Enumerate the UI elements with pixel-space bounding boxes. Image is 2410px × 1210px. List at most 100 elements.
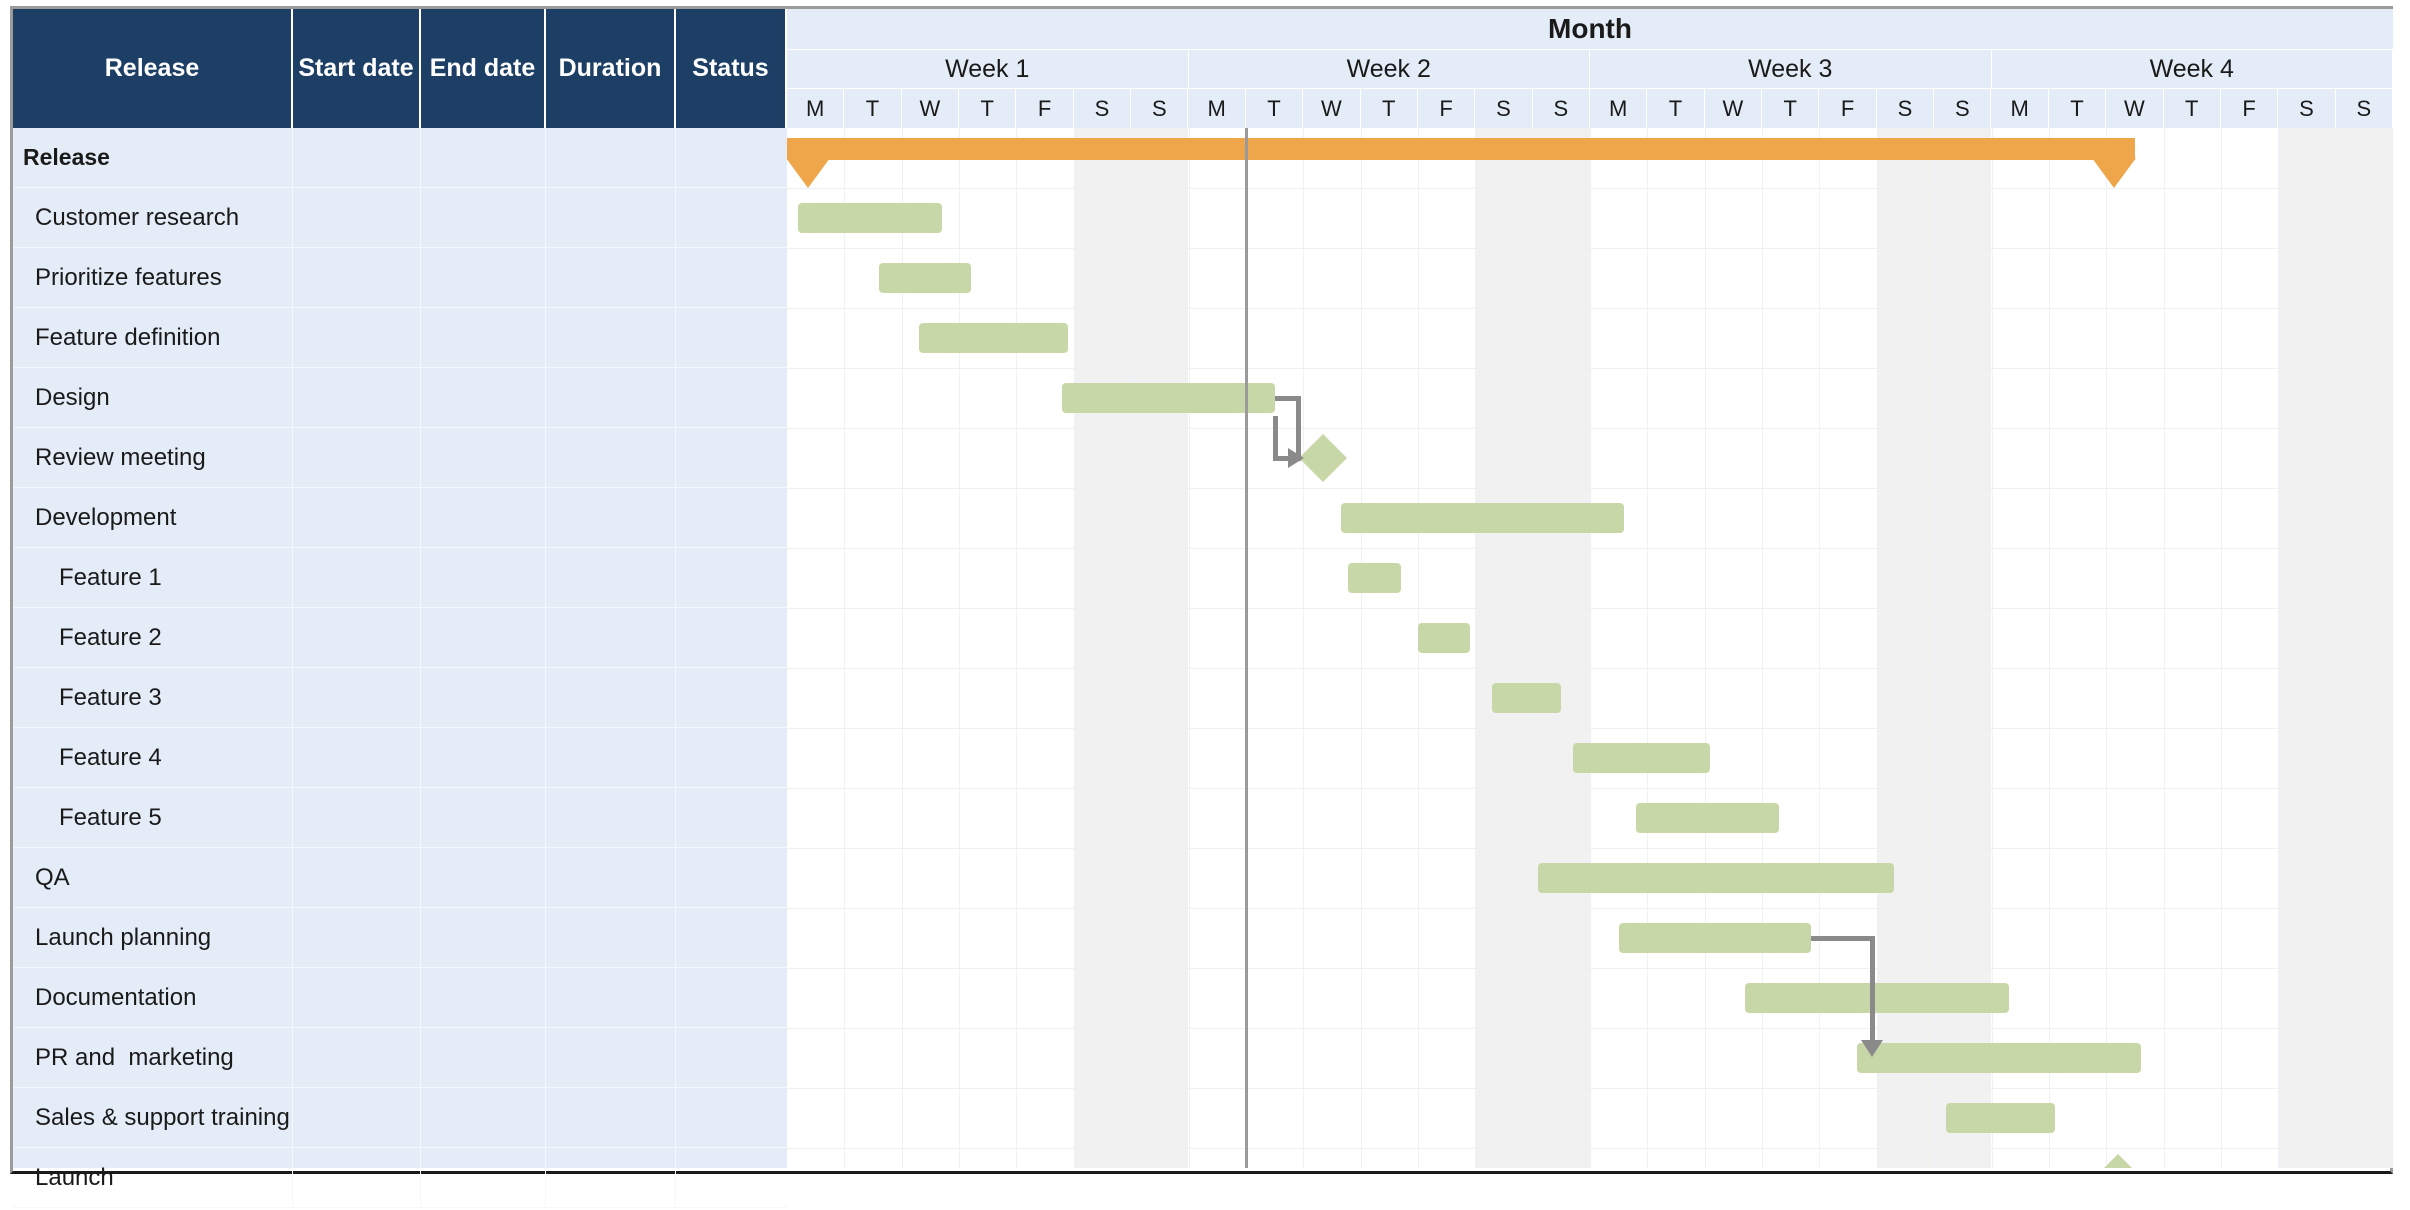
end-date-cell[interactable] xyxy=(421,608,546,667)
status-cell[interactable] xyxy=(676,848,787,907)
start-date-cell[interactable] xyxy=(293,308,421,367)
status-cell[interactable] xyxy=(676,308,787,367)
status-cell[interactable] xyxy=(676,608,787,667)
status-cell[interactable] xyxy=(676,488,787,547)
task-name-cell[interactable]: Feature 2 xyxy=(13,608,293,667)
start-date-cell[interactable] xyxy=(293,1088,421,1147)
table-row[interactable]: Release xyxy=(13,128,787,188)
table-row[interactable]: Customer research xyxy=(13,188,787,248)
duration-cell[interactable] xyxy=(546,1088,676,1147)
start-date-cell[interactable] xyxy=(293,428,421,487)
end-date-cell[interactable] xyxy=(421,848,546,907)
column-header-end-date[interactable]: End date xyxy=(421,9,546,128)
status-cell[interactable] xyxy=(676,1028,787,1087)
table-row[interactable]: Design xyxy=(13,368,787,428)
table-row[interactable]: Sales & support training xyxy=(13,1088,787,1148)
duration-cell[interactable] xyxy=(546,908,676,967)
milestone-diamond[interactable] xyxy=(2093,1153,2142,1168)
task-name-cell[interactable]: Feature 1 xyxy=(13,548,293,607)
task-name-cell[interactable]: PR and marketing xyxy=(13,1028,293,1087)
start-date-cell[interactable] xyxy=(293,1148,421,1207)
end-date-cell[interactable] xyxy=(421,548,546,607)
gantt-chart-area[interactable] xyxy=(787,128,2393,1168)
end-date-cell[interactable] xyxy=(421,1028,546,1087)
end-date-cell[interactable] xyxy=(421,968,546,1027)
start-date-cell[interactable] xyxy=(293,608,421,667)
status-cell[interactable] xyxy=(676,788,787,847)
task-name-cell[interactable]: Sales & support training xyxy=(13,1088,293,1147)
task-name-cell[interactable]: Launch xyxy=(13,1148,293,1207)
task-name-cell[interactable]: Documentation xyxy=(13,968,293,1027)
milestone-diamond[interactable] xyxy=(1299,433,1348,483)
task-bar[interactable] xyxy=(1538,863,1894,893)
duration-cell[interactable] xyxy=(546,308,676,367)
task-bar[interactable] xyxy=(1635,803,1780,833)
status-cell[interactable] xyxy=(676,188,787,247)
task-name-cell[interactable]: Launch planning xyxy=(13,908,293,967)
table-row[interactable]: Launch planning xyxy=(13,908,787,968)
status-cell[interactable] xyxy=(676,968,787,1027)
end-date-cell[interactable] xyxy=(421,788,546,847)
column-header-status[interactable]: Status xyxy=(676,9,787,128)
duration-cell[interactable] xyxy=(546,188,676,247)
column-header-start-date[interactable]: Start date xyxy=(293,9,421,128)
start-date-cell[interactable] xyxy=(293,908,421,967)
status-cell[interactable] xyxy=(676,368,787,427)
task-name-cell[interactable]: Feature 3 xyxy=(13,668,293,727)
status-cell[interactable] xyxy=(676,668,787,727)
table-row[interactable]: Feature 5 xyxy=(13,788,787,848)
status-cell[interactable] xyxy=(676,248,787,307)
status-cell[interactable] xyxy=(676,728,787,787)
start-date-cell[interactable] xyxy=(293,668,421,727)
start-date-cell[interactable] xyxy=(293,968,421,1027)
status-cell[interactable] xyxy=(676,428,787,487)
task-name-cell[interactable]: Feature 4 xyxy=(13,728,293,787)
duration-cell[interactable] xyxy=(546,848,676,907)
duration-cell[interactable] xyxy=(546,368,676,427)
start-date-cell[interactable] xyxy=(293,368,421,427)
duration-cell[interactable] xyxy=(546,728,676,787)
duration-cell[interactable] xyxy=(546,1028,676,1087)
task-bar[interactable] xyxy=(1572,743,1711,773)
task-bar[interactable] xyxy=(1618,923,1811,953)
end-date-cell[interactable] xyxy=(421,368,546,427)
table-row[interactable]: Review meeting xyxy=(13,428,787,488)
start-date-cell[interactable] xyxy=(293,248,421,307)
table-row[interactable]: Launch xyxy=(13,1148,787,1208)
start-date-cell[interactable] xyxy=(293,188,421,247)
end-date-cell[interactable] xyxy=(421,488,546,547)
task-bar[interactable] xyxy=(878,263,971,293)
task-bar[interactable] xyxy=(1062,383,1275,413)
task-name-cell[interactable]: Feature definition xyxy=(13,308,293,367)
duration-cell[interactable] xyxy=(546,1148,676,1207)
duration-cell[interactable] xyxy=(546,968,676,1027)
task-bar[interactable] xyxy=(1417,623,1470,653)
duration-cell[interactable] xyxy=(546,488,676,547)
task-bar[interactable] xyxy=(1856,1043,2141,1073)
task-name-cell[interactable]: Release xyxy=(13,128,293,187)
status-cell[interactable] xyxy=(676,128,787,187)
table-row[interactable]: Documentation xyxy=(13,968,787,1028)
task-name-cell[interactable]: QA xyxy=(13,848,293,907)
task-name-cell[interactable]: Customer research xyxy=(13,188,293,247)
start-date-cell[interactable] xyxy=(293,488,421,547)
duration-cell[interactable] xyxy=(546,128,676,187)
task-bar[interactable] xyxy=(1744,983,2009,1013)
table-row[interactable]: PR and marketing xyxy=(13,1028,787,1088)
table-row[interactable]: Feature definition xyxy=(13,308,787,368)
end-date-cell[interactable] xyxy=(421,428,546,487)
summary-bar[interactable] xyxy=(787,138,2135,160)
task-bar[interactable] xyxy=(1347,563,1401,593)
column-header-duration[interactable]: Duration xyxy=(546,9,676,128)
task-bar[interactable] xyxy=(1945,1103,2055,1133)
table-row[interactable]: Feature 1 xyxy=(13,548,787,608)
status-cell[interactable] xyxy=(676,908,787,967)
task-name-cell[interactable]: Review meeting xyxy=(13,428,293,487)
end-date-cell[interactable] xyxy=(421,188,546,247)
end-date-cell[interactable] xyxy=(421,128,546,187)
task-name-cell[interactable]: Feature 5 xyxy=(13,788,293,847)
start-date-cell[interactable] xyxy=(293,128,421,187)
task-name-cell[interactable]: Prioritize features xyxy=(13,248,293,307)
start-date-cell[interactable] xyxy=(293,848,421,907)
end-date-cell[interactable] xyxy=(421,668,546,727)
